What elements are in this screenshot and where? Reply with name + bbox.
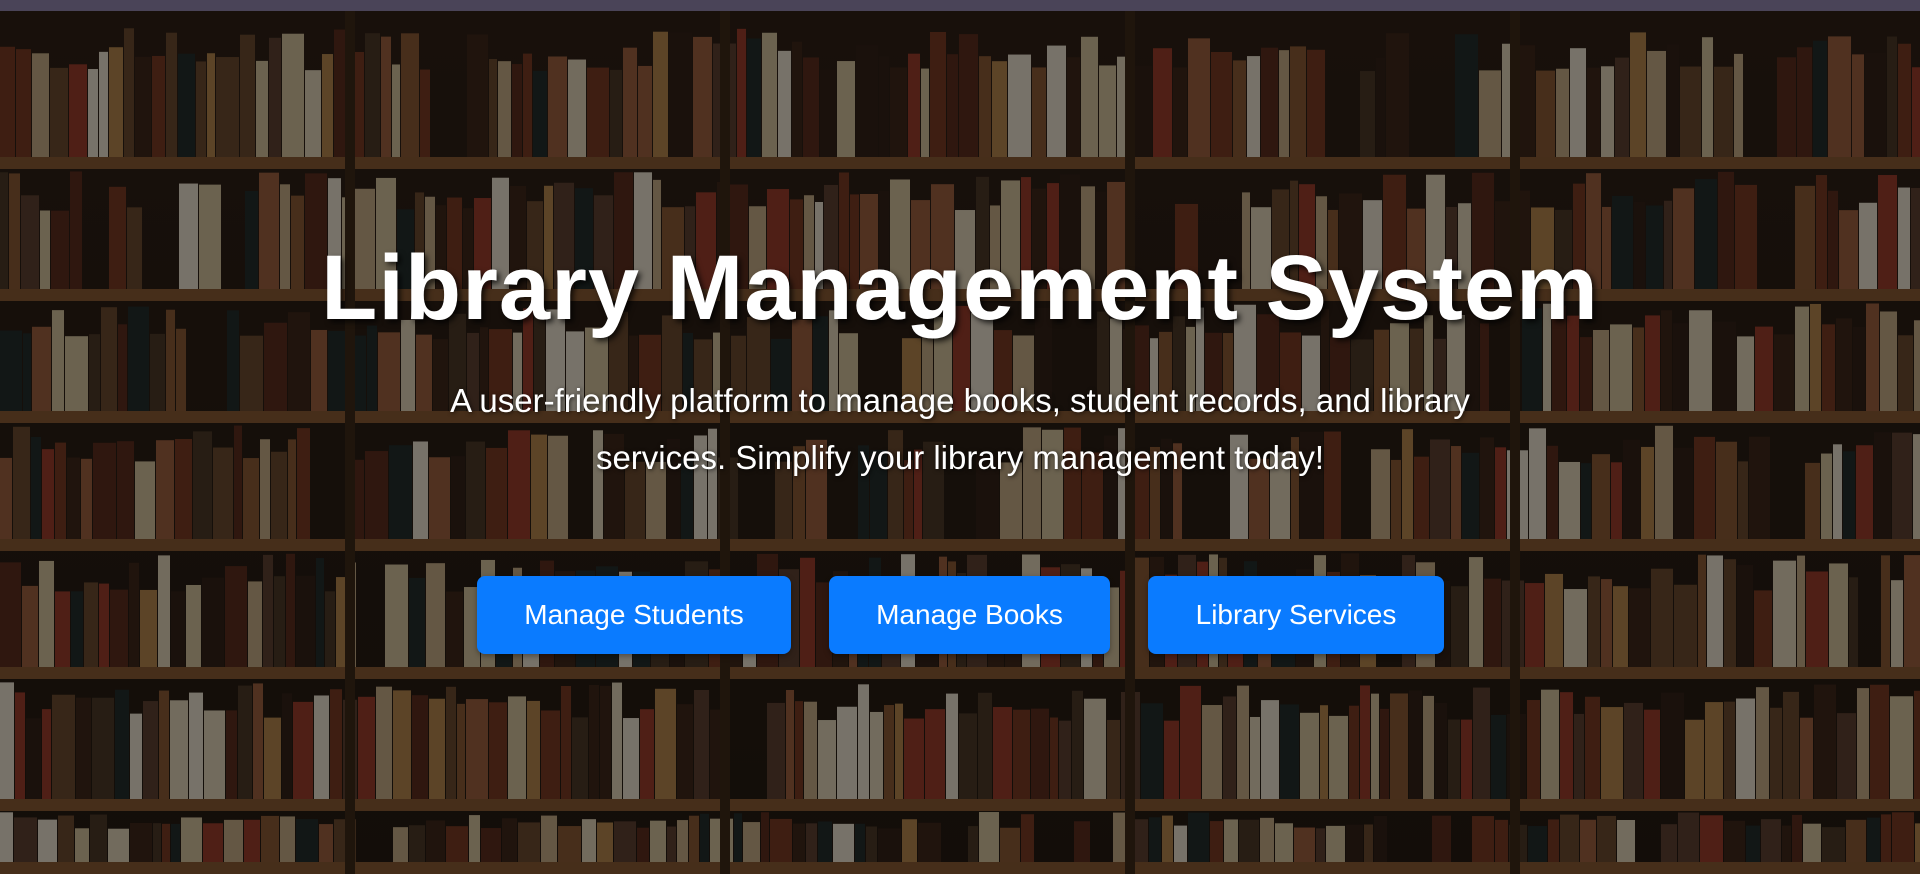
hero-section: Library Management System A user-friendl… [0, 11, 1920, 874]
page-title: Library Management System [321, 237, 1599, 339]
manage-students-button[interactable]: Manage Students [477, 576, 791, 654]
library-services-button[interactable]: Library Services [1148, 576, 1444, 654]
top-bar [0, 0, 1920, 11]
hero-description: A user-friendly platform to manage books… [450, 382, 1470, 476]
manage-books-button[interactable]: Manage Books [829, 576, 1110, 654]
landing-page: Library Management System A user-friendl… [0, 0, 1920, 874]
